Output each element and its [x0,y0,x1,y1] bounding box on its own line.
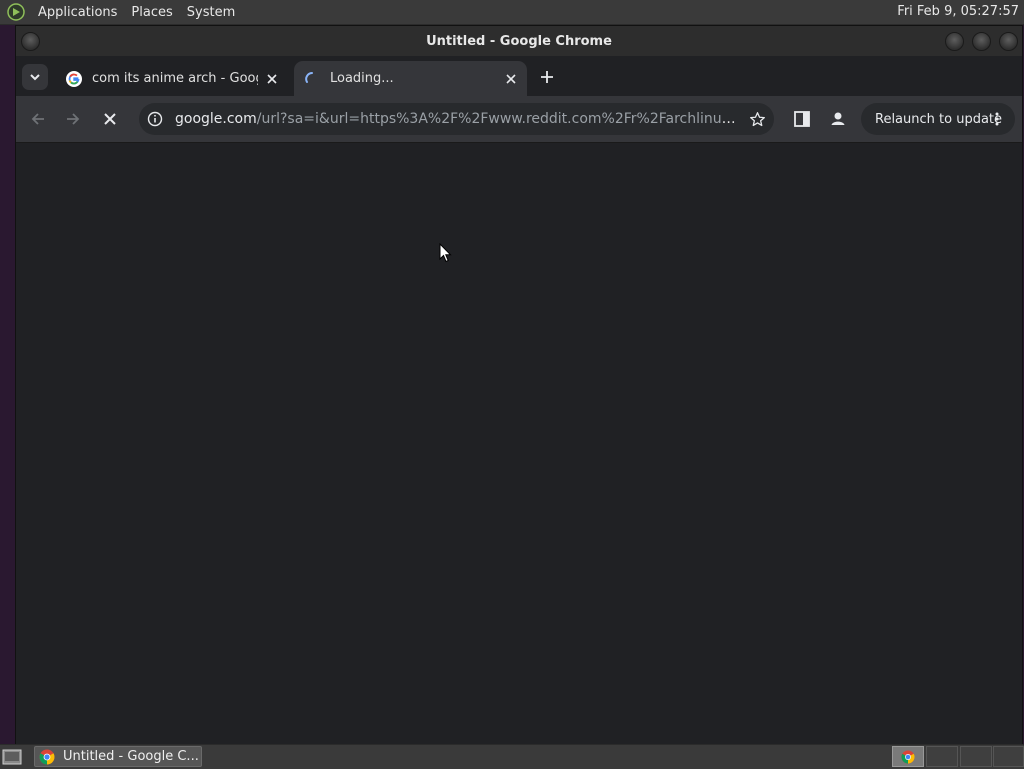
workspace-2[interactable] [926,746,958,767]
side-panel-icon[interactable] [792,109,812,129]
url-path: /url?sa=i&url=https%3A%2F%2Fwww.reddit.c… [256,111,740,127]
taskbar-item-label: Untitled - Google C... [63,749,199,764]
site-info-icon[interactable] [147,111,163,127]
close-tab-icon[interactable] [503,71,519,87]
browser-toolbar: google.com/url?sa=i&url=https%3A%2F%2Fww… [16,96,1022,143]
workspace-4[interactable] [993,746,1024,767]
menu-applications[interactable]: Applications [31,5,124,20]
top-panel: Applications Places System Fri Feb 9, 05… [0,0,1024,25]
window-title: Untitled - Google Chrome [426,33,612,49]
address-bar[interactable]: google.com/url?sa=i&url=https%3A%2F%2Fww… [139,103,774,135]
relaunch-to-update-button[interactable]: Relaunch to update [861,103,1015,135]
show-desktop-icon[interactable] [2,748,22,766]
window-titlebar[interactable]: Untitled - Google Chrome [16,26,1022,56]
maximize-button[interactable] [972,32,991,51]
profile-avatar-icon[interactable] [828,109,848,129]
tab-title: com its anime arch - Google [92,71,258,86]
window-menu-button[interactable] [21,32,40,51]
bookmark-star-icon[interactable] [749,111,766,128]
menu-system[interactable]: System [180,5,242,20]
workspace-3[interactable] [960,746,992,767]
tab-google-search[interactable]: com its anime arch - Google [56,61,288,96]
mouse-cursor-icon [439,243,452,263]
google-g-icon [66,70,82,87]
browser-window: Untitled - Google Chrome com its anime a… [15,25,1023,745]
chrome-icon [39,749,55,764]
more-vertical-icon[interactable] [989,111,1005,127]
chevron-down-icon [30,74,40,81]
close-window-button[interactable] [999,32,1018,51]
workspace-1[interactable] [892,746,924,767]
back-arrow-icon[interactable] [28,109,48,129]
tab-loading[interactable]: Loading... [294,61,527,96]
taskbar-item-chrome[interactable]: Untitled - Google C... [34,746,202,767]
tab-search-button[interactable] [22,64,48,90]
new-tab-plus-icon[interactable] [539,69,555,85]
loading-spinner-icon [305,71,313,83]
chrome-icon [901,750,915,764]
tab-strip: com its anime arch - Google Loading... [16,56,1022,96]
menu-places[interactable]: Places [124,5,179,20]
forward-arrow-icon[interactable] [63,109,83,129]
url-host: google.com [175,111,257,127]
clock[interactable]: Fri Feb 9, 05:27:57 [897,4,1019,19]
distro-logo-icon[interactable] [7,3,25,21]
close-tab-icon[interactable] [264,71,280,87]
stop-loading-icon[interactable] [100,109,120,129]
minimize-button[interactable] [945,32,964,51]
page-content[interactable] [16,143,1022,744]
tab-title: Loading... [330,71,394,86]
relaunch-label: Relaunch to update [875,111,1003,127]
bottom-panel: Untitled - Google C... [0,744,1024,769]
url-text[interactable]: google.com/url?sa=i&url=https%3A%2F%2Fww… [175,111,740,127]
